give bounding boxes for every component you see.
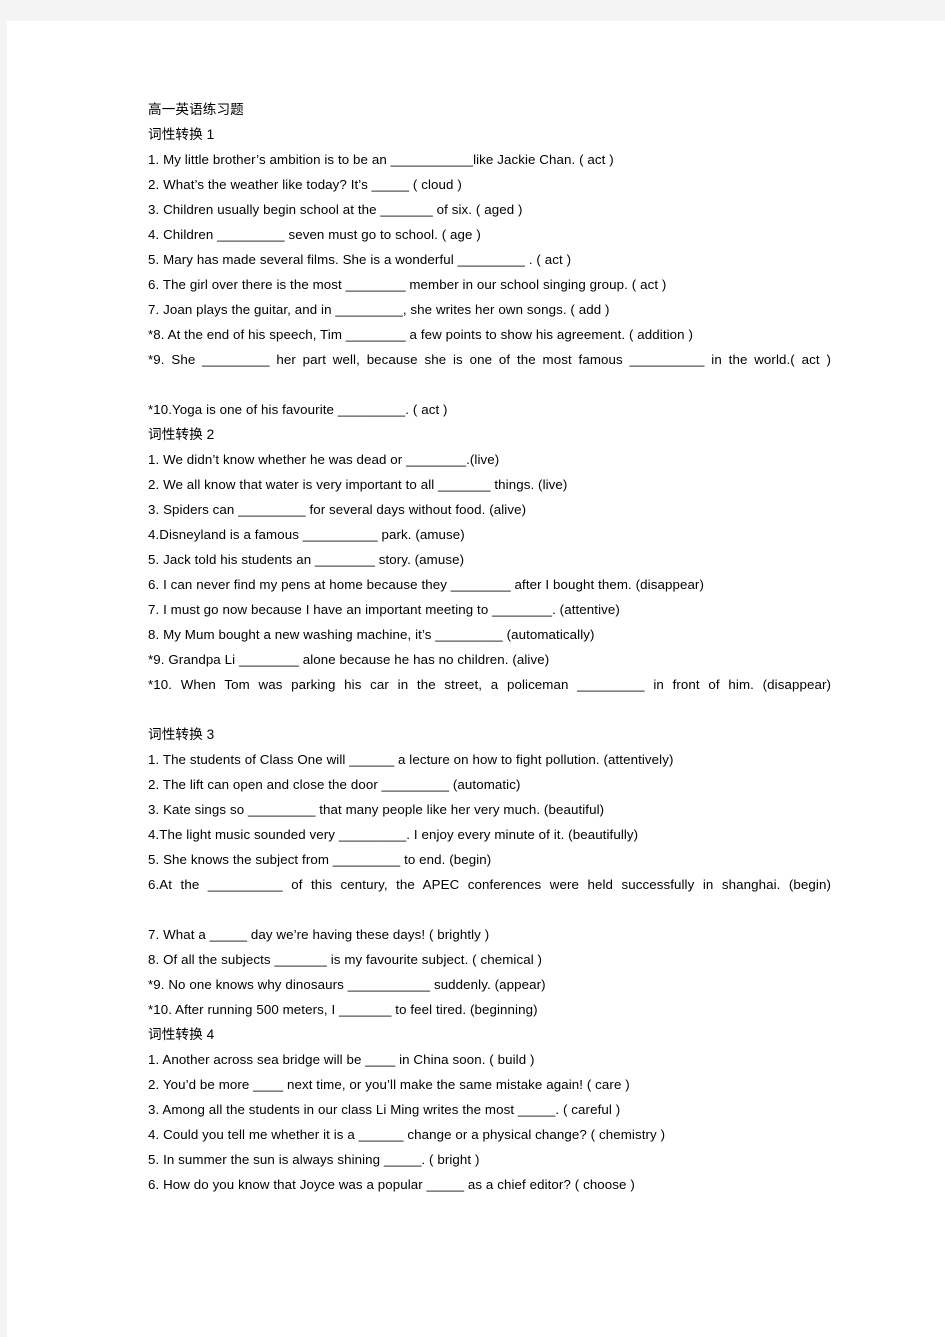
document-title: 高一英语练习题 xyxy=(148,102,244,117)
exercise-item: *10.Yoga is one of his favourite _______… xyxy=(148,402,448,417)
exercise-item: 8. My Mum bought a new washing machine, … xyxy=(148,627,595,642)
exercise-item: 4. Children _________ seven must go to s… xyxy=(148,227,481,242)
exercise-item: 4.The light music sounded very _________… xyxy=(148,827,639,842)
exercise-item: *10. After running 500 meters, I _______… xyxy=(148,1002,538,1017)
exercise-item: 7. I must go now because I have an impor… xyxy=(148,602,620,617)
exercise-item: *9. No one knows why dinosaurs _________… xyxy=(148,977,546,992)
exercise-item: *9. She _________ her part well, because… xyxy=(148,352,831,367)
exercise-item: 2. You’d be more ____ next time, or you’… xyxy=(148,1077,630,1092)
section-heading-4: 词性转换 4 xyxy=(148,1027,215,1042)
exercise-item: 1. My little brother’s ambition is to be… xyxy=(148,152,614,167)
exercise-item: 3. Children usually begin school at the … xyxy=(148,202,523,217)
exercise-item: 3. Kate sings so _________ that many peo… xyxy=(148,802,605,817)
exercise-item: 5. Jack told his students an ________ st… xyxy=(148,552,465,567)
exercise-item: *9. Grandpa Li ________ alone because he… xyxy=(148,652,550,667)
viewer-top-chrome xyxy=(0,0,945,21)
document-text-body: 高一英语练习题 词性转换 1 1. My little brother’s am… xyxy=(148,97,831,1197)
section-heading-1: 词性转换 1 xyxy=(148,127,215,142)
exercise-item: 2. We all know that water is very import… xyxy=(148,477,568,492)
exercise-item: 5. Mary has made several films. She is a… xyxy=(148,252,572,267)
section-heading-2: 词性转换 2 xyxy=(148,427,215,442)
exercise-item: 3. Among all the students in our class L… xyxy=(148,1102,621,1117)
exercise-item: 1. The students of Class One will ______… xyxy=(148,752,674,767)
exercise-item: 4. Could you tell me whether it is a ___… xyxy=(148,1127,666,1142)
exercise-item: 1. Another across sea bridge will be ___… xyxy=(148,1052,535,1067)
exercise-item: 2. What’s the weather like today? It’s _… xyxy=(148,177,462,192)
exercise-item: 6. I can never find my pens at home beca… xyxy=(148,577,704,592)
exercise-item: *8. At the end of his speech, Tim ______… xyxy=(148,327,693,342)
exercise-item: 4.Disneyland is a famous __________ park… xyxy=(148,527,465,542)
document-page: 高一英语练习题 词性转换 1 1. My little brother’s am… xyxy=(7,21,945,1337)
viewer-left-gutter xyxy=(0,21,7,1337)
section-heading-3: 词性转换 3 xyxy=(148,727,215,742)
exercise-item: 7. Joan plays the guitar, and in _______… xyxy=(148,302,610,317)
exercise-item: 6. How do you know that Joyce was a popu… xyxy=(148,1177,635,1192)
exercise-item: 6. The girl over there is the most _____… xyxy=(148,277,667,292)
exercise-item: 5. In summer the sun is always shining _… xyxy=(148,1152,480,1167)
exercise-item: 1. We didn’t know whether he was dead or… xyxy=(148,452,500,467)
exercise-item: *10. When Tom was parking his car in the… xyxy=(148,677,831,692)
exercise-item: 7. What a _____ day we’re having these d… xyxy=(148,927,490,942)
exercise-item: 3. Spiders can _________ for several day… xyxy=(148,502,527,517)
exercise-item: 8. Of all the subjects _______ is my fav… xyxy=(148,952,543,967)
exercise-item: 2. The lift can open and close the door … xyxy=(148,777,521,792)
exercise-item: 6.At the __________ of this century, the… xyxy=(148,877,831,892)
exercise-item: 5. She knows the subject from _________ … xyxy=(148,852,492,867)
